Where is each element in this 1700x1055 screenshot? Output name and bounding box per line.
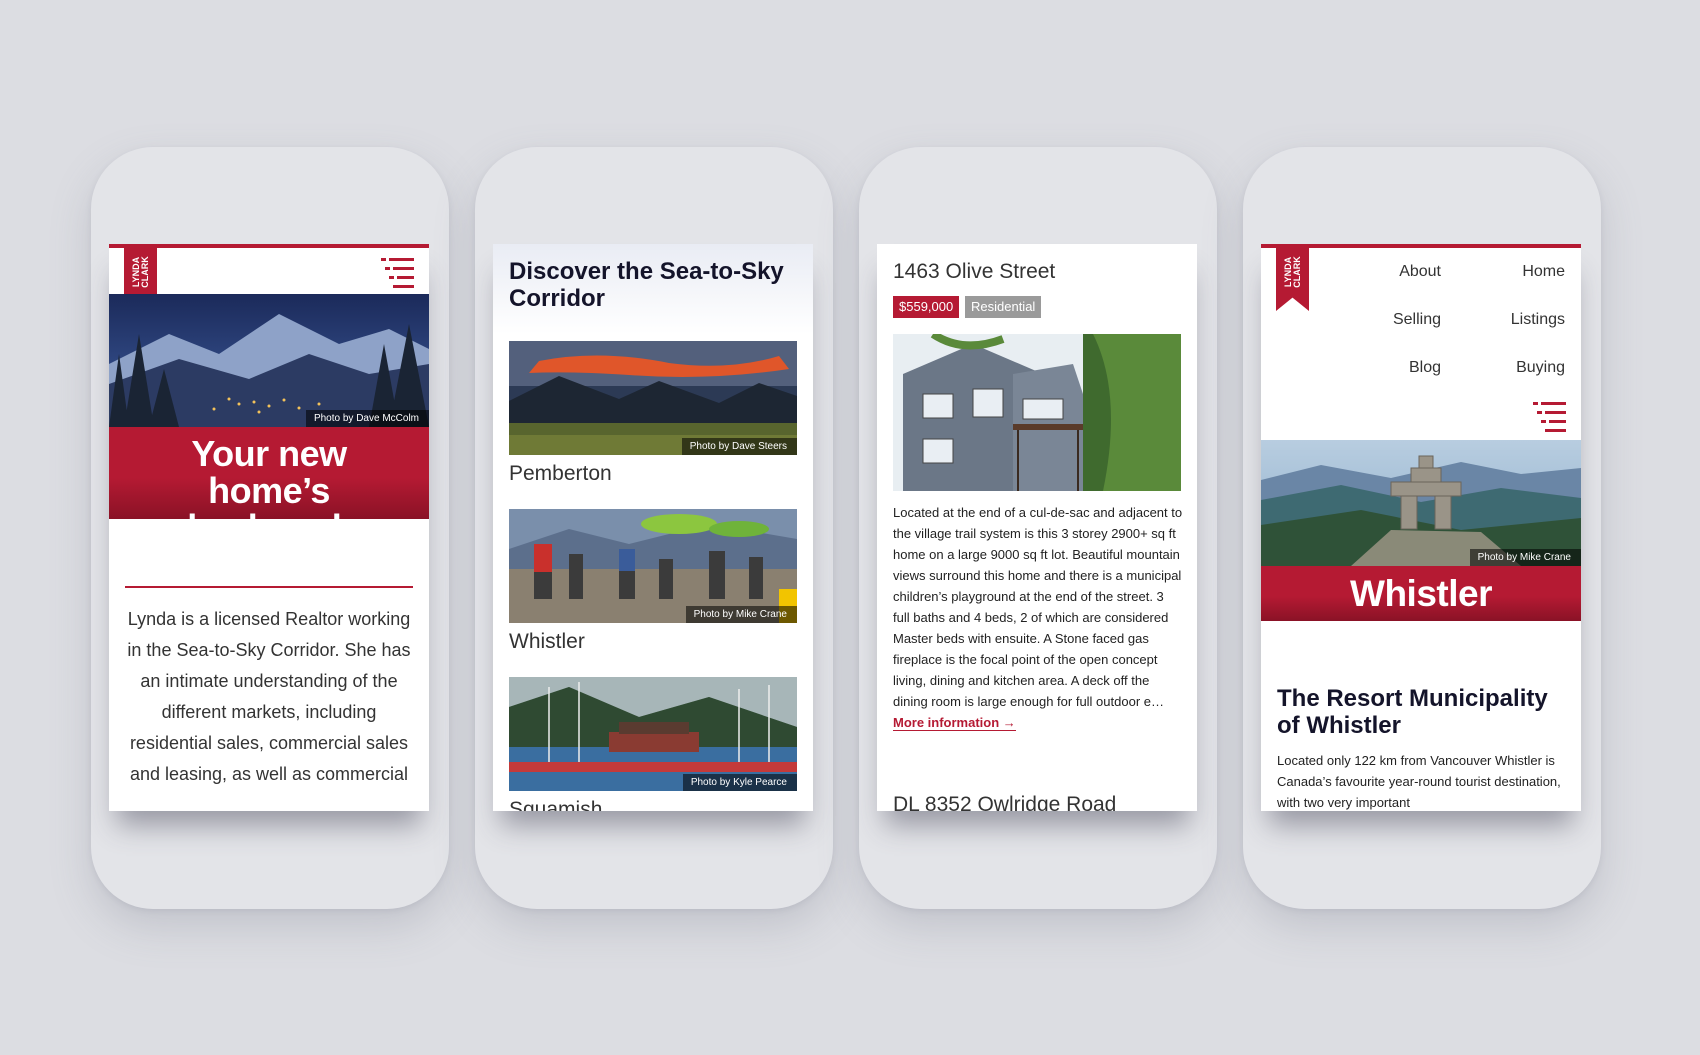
more-information-link[interactable]: More information → xyxy=(893,715,1016,731)
price-badge: $559,000 xyxy=(893,296,960,318)
listing-address[interactable]: 1463 Olive Street xyxy=(893,260,1055,284)
card-label-whistler[interactable]: Whistler xyxy=(509,630,585,654)
next-listing-address[interactable]: DL 8352 Owlridge Road xyxy=(893,793,1116,811)
photo-credit: Photo by Mike Crane xyxy=(685,606,797,623)
nav-home[interactable]: Home xyxy=(1522,263,1565,281)
menu-icon[interactable] xyxy=(1533,402,1566,432)
phone-mockup-2: Discover the Sea-to-Sky Corridor Photo b… xyxy=(475,147,833,909)
section-title: Discover the Sea-to-Sky Corridor xyxy=(509,258,784,312)
card-photo-whistler[interactable]: Photo by Mike Crane xyxy=(509,509,797,623)
photo-credit: Photo by Dave Steers xyxy=(681,438,797,455)
card-photo-pemberton[interactable]: Photo by Dave Steers xyxy=(509,341,797,455)
phone-mockup-4: LYNDA CLARK About Home Selling Listings … xyxy=(1243,147,1601,909)
photo-credit: Photo by Mike Crane xyxy=(1469,549,1581,566)
screen-whistler: LYNDA CLARK About Home Selling Listings … xyxy=(1261,244,1581,811)
brand-logo[interactable]: LYNDA CLARK xyxy=(1276,244,1309,311)
nav-listings[interactable]: Listings xyxy=(1511,311,1565,329)
section-body: Located only 122 km from Vancouver Whist… xyxy=(1277,753,1561,810)
screen-listing: 1463 Olive Street $559,000 Residential L… xyxy=(877,244,1197,811)
accent-bar xyxy=(1261,244,1581,248)
nav-blog[interactable]: Blog xyxy=(1409,359,1441,377)
logo-text: LYNDA CLARK xyxy=(130,256,150,288)
type-badge: Residential xyxy=(965,296,1042,318)
nav-about[interactable]: About xyxy=(1399,263,1441,281)
hero-photo-inukshuk: Photo by Mike Crane xyxy=(1261,440,1581,566)
bio-text: Lynda is a licensed Realtor working in t… xyxy=(127,609,411,784)
nav-buying[interactable]: Buying xyxy=(1516,359,1565,377)
logo-text: LYNDA CLARK xyxy=(1282,256,1302,288)
phone-mockup-3: 1463 Olive Street $559,000 Residential L… xyxy=(859,147,1217,909)
listing-photo[interactable] xyxy=(893,334,1181,491)
photo-credit: Photo by Kyle Pearce xyxy=(682,774,797,791)
listing-description: Located at the end of a cul-de-sac and a… xyxy=(893,505,1183,731)
divider xyxy=(125,586,413,588)
nav-selling[interactable]: Selling xyxy=(1393,311,1441,329)
card-photo-squamish[interactable]: Photo by Kyle Pearce xyxy=(509,677,797,791)
hero-photo-whistler-night: Photo by Dave McColm xyxy=(109,294,429,427)
hero-title: Your new home’s backyard. xyxy=(109,427,429,546)
phone-mockup-1: LYNDA CLARK Photo by Dave McColm Your ne… xyxy=(91,147,449,909)
accent-bar xyxy=(109,244,429,248)
section-heading: The Resort Municipality of Whistler xyxy=(1277,685,1548,739)
menu-icon[interactable] xyxy=(381,258,414,288)
screen-home: LYNDA CLARK Photo by Dave McColm Your ne… xyxy=(109,244,429,811)
photo-credit: Photo by Dave McColm xyxy=(305,410,429,427)
card-label-squamish[interactable]: Squamish xyxy=(509,798,602,811)
hero-title: Whistler xyxy=(1261,566,1581,621)
card-label-pemberton[interactable]: Pemberton xyxy=(509,462,612,486)
screen-discover: Discover the Sea-to-Sky Corridor Photo b… xyxy=(493,244,813,811)
